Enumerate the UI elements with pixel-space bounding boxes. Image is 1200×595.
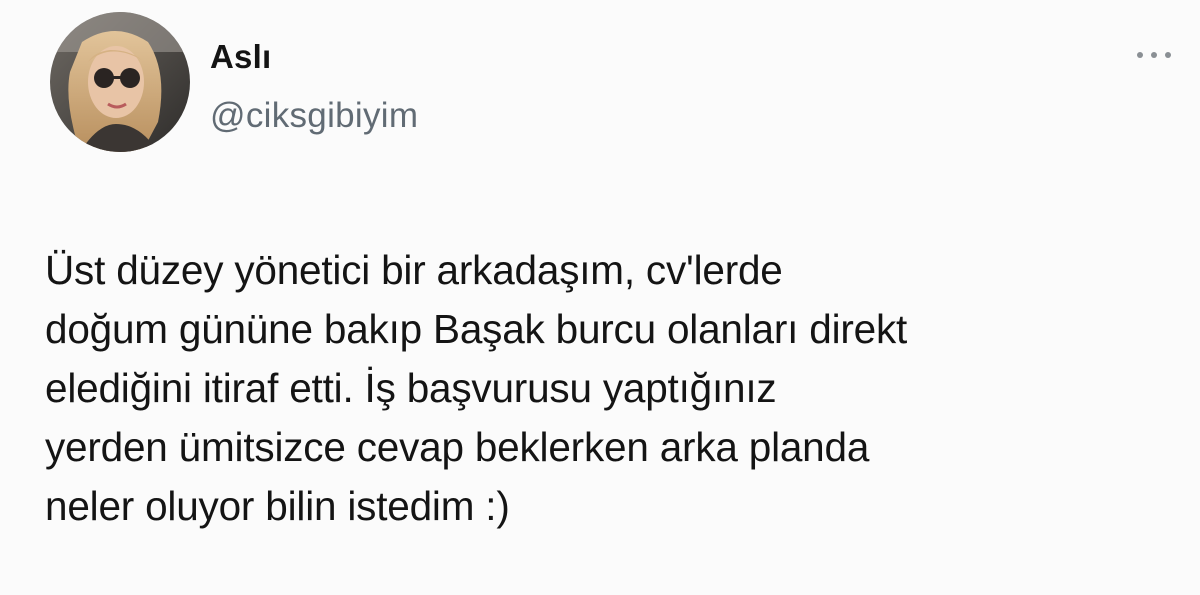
more-horizontal-icon (1137, 52, 1171, 58)
profile-photo-icon (50, 12, 190, 152)
author-display-name[interactable]: Aslı (210, 38, 271, 76)
tweet-card: Aslı @ciksgibiyim Üst düzey yönetici bir… (0, 0, 1200, 595)
tweet-text: Üst düzey yönetici bir arkadaşım, cv'ler… (45, 247, 908, 529)
more-options-button[interactable] (1132, 40, 1176, 70)
author-avatar[interactable] (50, 12, 190, 152)
author-handle[interactable]: @ciksgibiyim (210, 96, 418, 136)
